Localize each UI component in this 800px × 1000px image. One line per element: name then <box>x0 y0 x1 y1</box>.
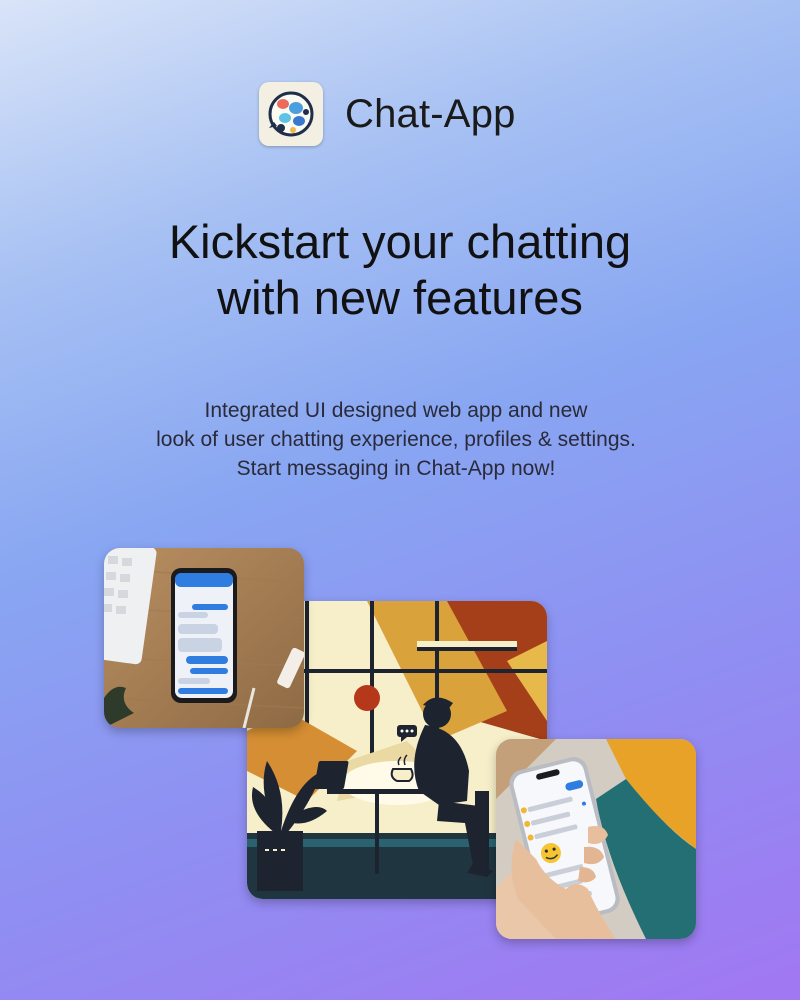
hand-holding-phone-image <box>496 739 696 939</box>
smartphone-chat-icon <box>104 548 304 728</box>
headline-line-1: Kickstart your chatting <box>168 215 632 268</box>
app-name: Chat-App <box>345 91 516 136</box>
description-line-1: Integrated UI designed web app and new <box>204 399 588 422</box>
headline-line-2: with new features <box>217 271 583 324</box>
brand-header: Chat-App <box>259 82 516 146</box>
chat-bubbles-globe-icon <box>268 91 314 137</box>
description-line-2: look of user chatting experience, profil… <box>156 428 636 451</box>
phone-on-desk-image <box>104 548 304 728</box>
hand-phone-icon <box>496 739 696 939</box>
description-line-3: Start messaging in Chat-App now! <box>236 457 556 480</box>
app-logo[interactable] <box>259 82 323 146</box>
hero-headline: Kickstart your chatting with new feature… <box>0 214 800 326</box>
hero-description: Integrated UI designed web app and new l… <box>0 396 792 483</box>
